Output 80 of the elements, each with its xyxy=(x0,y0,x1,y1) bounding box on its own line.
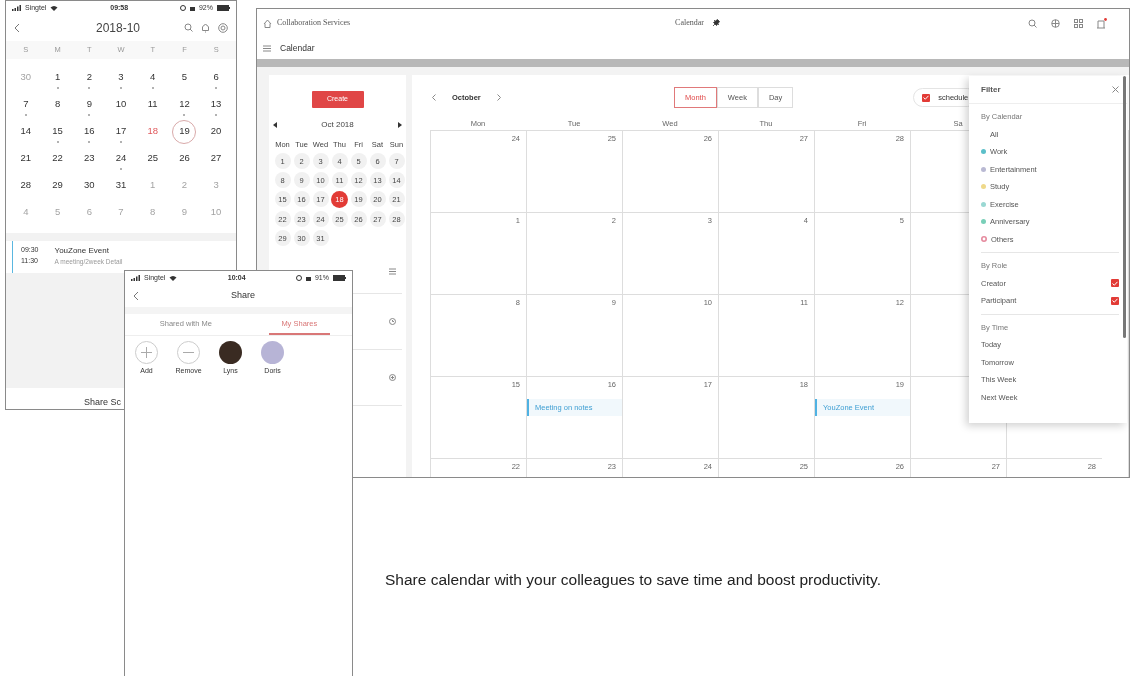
date-cell[interactable]: 24 xyxy=(109,146,133,171)
pin-icon[interactable] xyxy=(711,19,720,27)
wifi-icon xyxy=(50,5,59,11)
date-cell[interactable]: 5 xyxy=(172,65,197,90)
signal-icon xyxy=(131,275,140,281)
checkbox[interactable] xyxy=(1111,296,1119,305)
lock-icon xyxy=(305,275,311,281)
globe-icon[interactable] xyxy=(1051,18,1060,28)
plus-circle-icon[interactable] xyxy=(389,374,396,382)
date-cell[interactable]: 27 xyxy=(204,146,229,171)
back-icon[interactable] xyxy=(133,291,139,301)
plus-circle-icon[interactable] xyxy=(135,341,158,364)
close-icon[interactable] xyxy=(1112,86,1119,93)
date-cell[interactable]: 26 xyxy=(172,146,197,171)
date-cell[interactable]: 31 xyxy=(109,173,133,198)
check-icon xyxy=(1112,298,1118,304)
chevron-left-icon[interactable] xyxy=(432,94,436,102)
check-icon xyxy=(923,95,930,101)
panel-title: Filter xyxy=(981,83,1001,96)
location-icon xyxy=(179,5,186,11)
menu-icon[interactable] xyxy=(263,44,271,52)
location-icon xyxy=(295,275,302,281)
app-title: Calendar xyxy=(280,41,315,55)
checkbox[interactable] xyxy=(1111,279,1119,288)
month-title: 2018-10 xyxy=(96,20,141,37)
date-cell[interactable]: 30 xyxy=(77,173,102,198)
list-icon[interactable] xyxy=(389,268,396,276)
battery-icon xyxy=(333,275,346,281)
date-cell[interactable]: 13 xyxy=(204,92,229,117)
date-cell[interactable]: 16 xyxy=(77,119,102,144)
date-cell[interactable]: 17 xyxy=(109,119,133,144)
screen-title: Share xyxy=(231,289,256,303)
date-cell[interactable]: 25 xyxy=(140,146,165,171)
date-cell[interactable]: 8 xyxy=(45,92,70,117)
scrollbar[interactable] xyxy=(1123,76,1126,338)
date-cell[interactable]: 28 xyxy=(13,173,38,198)
date-cell[interactable]: 9 xyxy=(77,92,102,117)
home-icon[interactable] xyxy=(263,18,272,28)
date-cell[interactable]: 7 xyxy=(13,92,38,117)
page-title: Calendar xyxy=(675,17,704,29)
search-icon[interactable] xyxy=(1028,18,1037,28)
chevron-right-icon[interactable] xyxy=(496,94,501,102)
date-cell[interactable]: 10 xyxy=(109,92,133,117)
date-cell[interactable]: 6 xyxy=(204,65,229,90)
check-icon xyxy=(1112,280,1118,286)
battery-icon xyxy=(217,5,230,11)
right-triangle-icon[interactable] xyxy=(398,122,402,128)
avatar-placeholder[interactable] xyxy=(219,341,242,364)
date-cell[interactable]: 15 xyxy=(45,119,70,144)
breadcrumb[interactable]: Collaboration Services xyxy=(277,17,351,29)
date-cell[interactable]: 18 xyxy=(140,119,165,144)
signal-icon xyxy=(12,5,21,11)
date-cell[interactable]: 21 xyxy=(13,146,38,171)
date-cell[interactable]: 22 xyxy=(45,146,70,171)
date-cell[interactable]: 4 xyxy=(140,65,165,90)
date-cell[interactable]: 3 xyxy=(109,65,133,90)
date-cell[interactable]: 1 xyxy=(45,65,70,90)
clock-icon[interactable] xyxy=(389,318,396,326)
event-title[interactable]: YouZone Event xyxy=(54,245,123,257)
date-cell[interactable]: 14 xyxy=(13,119,38,144)
mini-calendar-title: Oct 2018 xyxy=(321,119,354,131)
grid-icon[interactable] xyxy=(1074,18,1083,28)
bell-icon[interactable] xyxy=(201,23,210,33)
left-triangle-icon[interactable] xyxy=(273,122,277,128)
date-cell[interactable]: 2 xyxy=(77,65,102,90)
date-cell[interactable]: 12 xyxy=(172,92,197,117)
minus-circle-icon[interactable] xyxy=(177,341,200,364)
share-schedule-button[interactable]: Share Sc xyxy=(84,396,122,409)
date-cell[interactable]: 23 xyxy=(77,146,102,171)
circled-icon[interactable] xyxy=(218,23,228,33)
date-cell[interactable]: 11 xyxy=(140,92,165,117)
back-icon[interactable] xyxy=(14,23,20,33)
wifi-icon xyxy=(169,275,178,281)
date-cell[interactable]: 20 xyxy=(204,119,229,144)
checkbox[interactable] xyxy=(922,93,931,102)
date-cell[interactable]: 29 xyxy=(45,173,70,198)
search-icon[interactable] xyxy=(184,23,193,32)
lock-icon xyxy=(189,5,195,11)
caption-text: Share calendar with your colleagues to save time and boost productivity. xyxy=(385,570,881,590)
notification-icon[interactable] xyxy=(1097,17,1107,29)
